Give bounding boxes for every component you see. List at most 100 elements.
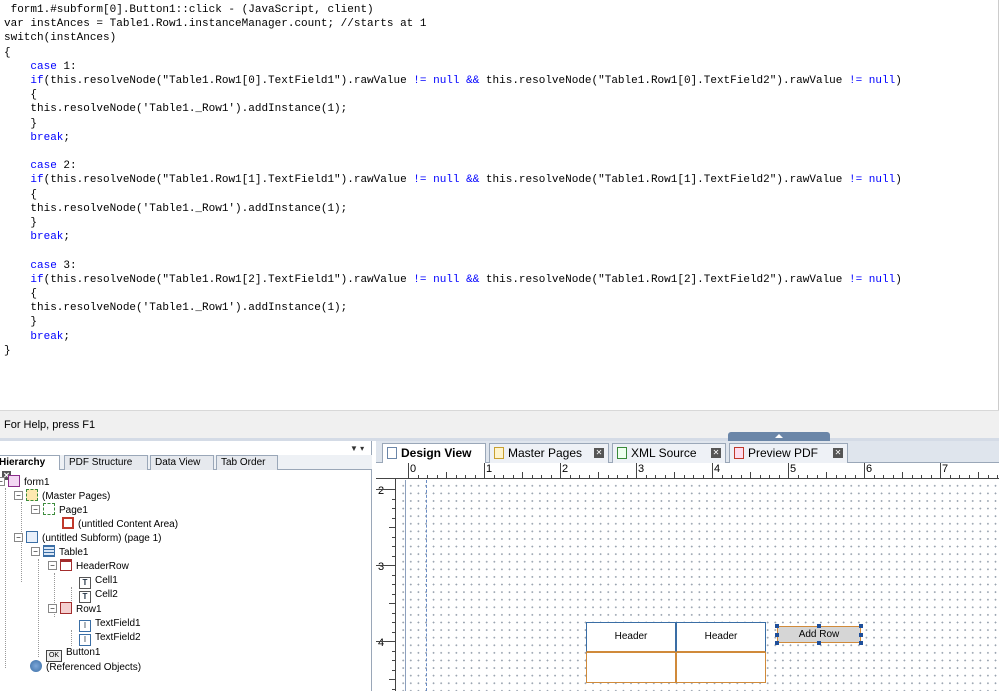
ruler-tick bbox=[531, 475, 533, 479]
selection-handle[interactable] bbox=[775, 633, 779, 637]
ruler-tick bbox=[873, 475, 875, 479]
tab-master-pages-label: Master Pages bbox=[508, 446, 583, 460]
ruler-tick bbox=[436, 475, 438, 479]
selection-handle[interactable] bbox=[775, 641, 779, 645]
tree-item-subform[interactable]: − (untitled Subform) (page 1) bbox=[14, 531, 162, 545]
tree-line bbox=[71, 630, 72, 646]
close-icon[interactable]: ✕ bbox=[833, 448, 843, 458]
ruler-tick bbox=[389, 679, 396, 680]
table-body-cell-1[interactable] bbox=[586, 652, 676, 683]
script-editor[interactable]: form1.#subform[0].Button1::click - (Java… bbox=[0, 0, 999, 410]
tab-xml-source[interactable]: XML Source ✕ bbox=[612, 443, 726, 463]
ruler-tick bbox=[465, 475, 466, 479]
ruler-tick bbox=[626, 475, 628, 479]
code-line: this.resolveNode('Table1._Row1').addInst… bbox=[4, 103, 348, 116]
ruler-label: 2 bbox=[378, 485, 385, 497]
tree-item-form1[interactable]: − form1 bbox=[0, 475, 50, 489]
splitter-grip[interactable] bbox=[728, 432, 830, 441]
code-line: { bbox=[4, 188, 38, 201]
ruler-tick bbox=[522, 472, 523, 479]
master-pages-icon bbox=[494, 447, 504, 459]
collapse-toggle[interactable]: − bbox=[14, 491, 23, 500]
ruler-tick bbox=[417, 475, 419, 479]
palette-menu-icon[interactable]: ▼ ▾ bbox=[350, 444, 368, 454]
table-header-cell-1[interactable]: Header bbox=[586, 622, 676, 652]
tab-master-pages[interactable]: Master Pages ✕ bbox=[489, 443, 609, 463]
ruler-tick bbox=[750, 472, 751, 479]
ruler-tick bbox=[392, 536, 396, 538]
ruler-tick bbox=[392, 622, 396, 623]
tree-item-label: TextField1 bbox=[95, 618, 141, 629]
ruler-tick bbox=[921, 475, 922, 479]
code-line: } bbox=[4, 316, 38, 329]
tab-preview-pdf[interactable]: Preview PDF ✕ bbox=[729, 443, 848, 463]
ruler-tick bbox=[807, 475, 808, 479]
header-cell-text: Header bbox=[614, 631, 648, 642]
close-icon[interactable]: ✕ bbox=[711, 448, 721, 458]
ruler-tick bbox=[683, 475, 685, 479]
ruler-tick bbox=[484, 463, 485, 479]
selection-handle[interactable] bbox=[859, 641, 863, 645]
tree-item-textfield2[interactable]: I TextField2 bbox=[79, 631, 141, 646]
ruler-tick bbox=[816, 475, 818, 479]
ruler-tick bbox=[845, 475, 846, 479]
code-line: { bbox=[4, 288, 38, 300]
tab-data-view[interactable]: Data View bbox=[150, 455, 214, 470]
tree-item-cell1[interactable]: T Cell1 bbox=[79, 574, 118, 589]
ruler-tick bbox=[835, 475, 837, 479]
ruler-tick bbox=[392, 612, 396, 614]
collapse-toggle[interactable]: − bbox=[31, 505, 40, 514]
ruler-tick bbox=[826, 472, 827, 479]
close-icon[interactable]: ✕ bbox=[594, 448, 604, 458]
ruler-tick bbox=[740, 475, 742, 479]
add-row-button-label: Add Row bbox=[798, 629, 840, 640]
selection-handle[interactable] bbox=[859, 633, 863, 637]
selection-handle[interactable] bbox=[775, 624, 779, 628]
table-body-cell-2[interactable] bbox=[676, 652, 766, 683]
selection-handle[interactable] bbox=[859, 624, 863, 628]
ruler-tick bbox=[778, 475, 780, 479]
collapse-toggle[interactable]: − bbox=[48, 561, 57, 570]
collapse-toggle[interactable]: − bbox=[14, 533, 23, 542]
tab-hierarchy[interactable]: Hierarchy✕ bbox=[0, 455, 60, 480]
ruler-tick bbox=[392, 584, 396, 585]
tree-item-content-area[interactable]: (untitled Content Area) bbox=[62, 517, 178, 531]
pdf-icon bbox=[734, 447, 744, 459]
tab-pdf-structure-label: PDF Structure bbox=[69, 457, 133, 468]
ruler-tick bbox=[598, 472, 599, 479]
collapse-toggle[interactable]: − bbox=[31, 547, 40, 556]
tab-tab-order[interactable]: Tab Order bbox=[216, 455, 278, 470]
ruler-tick bbox=[911, 475, 913, 479]
tree-item-row1[interactable]: − Row1 bbox=[48, 602, 102, 616]
tree-item-table1[interactable]: − Table1 bbox=[31, 545, 88, 559]
document-icon bbox=[387, 447, 397, 459]
tree-item-label: Row1 bbox=[76, 604, 102, 615]
tree-item-referenced-objects[interactable]: (Referenced Objects) bbox=[30, 660, 141, 674]
design-canvas[interactable]: Header Header Add Row bbox=[397, 480, 999, 691]
ruler-tick bbox=[392, 688, 396, 690]
table-icon bbox=[43, 545, 55, 557]
tree-item-textfield1[interactable]: I TextField1 bbox=[79, 617, 141, 632]
tree-item-page1[interactable]: − Page1 bbox=[31, 503, 88, 517]
code-line: var instAnces = Table1.Row1.instanceMana… bbox=[4, 18, 427, 31]
table-header-cell-2[interactable]: Header bbox=[676, 622, 766, 652]
ruler-tick bbox=[788, 463, 789, 479]
tree-item-label: Cell1 bbox=[95, 575, 118, 586]
ruler-label: 3 bbox=[378, 561, 385, 573]
selection-handle[interactable] bbox=[817, 641, 821, 645]
collapse-toggle[interactable]: − bbox=[48, 604, 57, 613]
tab-design-view[interactable]: Design View bbox=[382, 443, 486, 464]
tab-pdf-structure[interactable]: PDF Structure bbox=[64, 455, 148, 470]
ruler-tick bbox=[446, 472, 447, 479]
tree-item-header-row[interactable]: − HeaderRow bbox=[48, 559, 129, 573]
selection-handle[interactable] bbox=[817, 624, 821, 628]
collapse-toggle[interactable]: − bbox=[0, 477, 5, 486]
ruler-tick bbox=[864, 463, 865, 479]
tree-item-master-pages[interactable]: − (Master Pages) bbox=[14, 489, 110, 503]
ruler-tick bbox=[655, 475, 656, 479]
ruler-horizontal: 0 1 2 3 4 5 6 7 bbox=[376, 463, 999, 479]
code-line: case 2: bbox=[30, 160, 77, 173]
palette-tabs: Hierarchy✕ PDF Structure Data View Tab O… bbox=[0, 455, 372, 480]
tree-item-button1[interactable]: OK Button1 bbox=[46, 646, 100, 662]
tree-item-cell2[interactable]: T Cell2 bbox=[79, 588, 118, 603]
